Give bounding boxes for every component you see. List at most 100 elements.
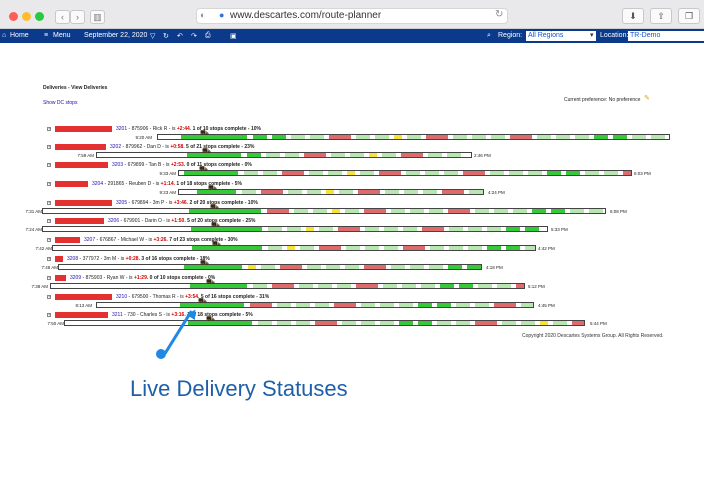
planned-stop-segment[interactable] — [325, 265, 340, 269]
undo-icon[interactable]: ↶ — [177, 32, 183, 40]
expand-icon[interactable]: + — [47, 182, 51, 186]
planned-stop-segment[interactable] — [448, 227, 463, 231]
filter-icon[interactable]: ▽ — [150, 32, 155, 40]
planned-stop-segment[interactable] — [260, 265, 275, 269]
planned-stop-segment[interactable] — [328, 171, 343, 175]
route-timeline[interactable] — [96, 302, 534, 308]
planned-stop-segment[interactable] — [428, 153, 443, 157]
expand-icon[interactable]: + — [47, 257, 51, 261]
route-timeline[interactable] — [178, 189, 484, 195]
planned-stop-segment[interactable] — [344, 265, 359, 269]
route-id-link[interactable]: 3204 — [92, 181, 103, 187]
route-id-link[interactable]: 3203 — [112, 162, 123, 168]
planned-stop-segment[interactable] — [331, 153, 346, 157]
planned-stop-segment[interactable] — [490, 171, 505, 175]
planned-stop-segment[interactable] — [390, 265, 405, 269]
print-icon[interactable]: ⎙ — [205, 32, 211, 40]
planned-stop-segment[interactable] — [384, 246, 399, 250]
planned-stop-segment[interactable] — [285, 153, 300, 157]
planned-stop-segment[interactable] — [410, 209, 425, 213]
route-id-link[interactable]: 3202 — [110, 144, 121, 150]
planned-stop-segment[interactable] — [439, 284, 454, 288]
planned-stop-segment[interactable] — [252, 135, 267, 139]
late-stop-segment[interactable] — [442, 190, 465, 194]
planned-stop-segment[interactable] — [486, 227, 501, 231]
planned-stop-segment[interactable] — [307, 190, 322, 194]
expand-icon[interactable]: + — [47, 313, 51, 317]
planned-stop-segment[interactable] — [355, 135, 370, 139]
late-stop-segment[interactable] — [250, 303, 273, 307]
planned-stop-segment[interactable] — [374, 135, 389, 139]
pencil-icon[interactable]: ✎ — [644, 94, 650, 102]
planned-stop-segment[interactable] — [456, 321, 471, 325]
late-stop-segment[interactable] — [271, 284, 294, 288]
planned-stop-segment[interactable] — [300, 246, 315, 250]
caution-stop-segment[interactable] — [332, 209, 341, 213]
planned-stop-segment[interactable] — [309, 135, 324, 139]
planned-stop-segment[interactable] — [475, 303, 490, 307]
planned-stop-segment[interactable] — [383, 227, 398, 231]
late-stop-segment[interactable] — [421, 227, 444, 231]
planned-stop-segment[interactable] — [404, 190, 419, 194]
planned-stop-segment[interactable] — [361, 321, 376, 325]
planned-stop-segment[interactable] — [506, 246, 521, 250]
planned-stop-segment[interactable] — [286, 227, 301, 231]
route-id-link[interactable]: 3207 — [84, 237, 95, 243]
route-id-link[interactable]: 3206 — [108, 218, 119, 224]
planned-stop-segment[interactable] — [382, 153, 397, 157]
caution-stop-segment[interactable] — [287, 246, 296, 250]
route-timeline[interactable] — [58, 264, 482, 270]
late-stop-segment[interactable] — [425, 135, 448, 139]
planned-stop-segment[interactable] — [385, 190, 400, 194]
expand-icon[interactable]: + — [47, 163, 51, 167]
late-stop-segment[interactable] — [334, 303, 357, 307]
route-id-link[interactable]: 3201 — [116, 126, 127, 132]
truck-icon[interactable]: ⛟ — [199, 166, 208, 173]
planned-stop-segment[interactable] — [382, 284, 397, 288]
planned-stop-segment[interactable] — [502, 321, 517, 325]
late-stop-segment[interactable] — [623, 171, 631, 175]
zoom-window-button[interactable] — [35, 12, 44, 21]
planned-stop-segment[interactable] — [423, 190, 438, 194]
planned-stop-segment[interactable] — [490, 135, 505, 139]
planned-stop-segment[interactable] — [513, 209, 528, 213]
planned-stop-segment[interactable] — [447, 153, 462, 157]
planned-stop-segment[interactable] — [263, 171, 278, 175]
late-stop-segment[interactable] — [315, 321, 338, 325]
planned-stop-segment[interactable] — [487, 246, 502, 250]
route-id-link[interactable]: 3210 — [116, 294, 127, 300]
planned-stop-segment[interactable] — [345, 209, 360, 213]
planned-stop-segment[interactable] — [469, 190, 483, 194]
truck-icon[interactable]: ⛟ — [212, 241, 221, 248]
late-stop-segment[interactable] — [364, 209, 387, 213]
planned-stop-segment[interactable] — [315, 303, 330, 307]
planned-stop-segment[interactable] — [612, 135, 627, 139]
late-stop-segment[interactable] — [363, 265, 386, 269]
planned-stop-segment[interactable] — [271, 135, 286, 139]
late-stop-segment[interactable] — [494, 303, 517, 307]
refresh-icon[interactable]: ↻ — [163, 32, 169, 40]
planned-stop-segment[interactable] — [593, 135, 608, 139]
route-timeline[interactable] — [178, 170, 632, 176]
share-icon[interactable]: ⇧ — [650, 8, 672, 24]
planned-stop-segment[interactable] — [570, 209, 585, 213]
late-stop-segment[interactable] — [379, 171, 402, 175]
truck-icon[interactable]: ⛟ — [208, 185, 217, 192]
location-field[interactable]: TR-Demo — [628, 31, 704, 41]
late-stop-segment[interactable] — [448, 209, 471, 213]
planned-stop-segment[interactable] — [585, 171, 600, 175]
late-stop-segment[interactable] — [267, 209, 290, 213]
planned-stop-segment[interactable] — [268, 246, 283, 250]
planned-stop-segment[interactable] — [399, 303, 414, 307]
expand-icon[interactable]: + — [47, 295, 51, 299]
sidebar-icon[interactable]: ▥ — [90, 10, 105, 24]
planned-stop-segment[interactable] — [471, 135, 486, 139]
planned-stop-segment[interactable] — [447, 265, 462, 269]
planned-stop-segment[interactable] — [365, 246, 380, 250]
expand-icon[interactable]: + — [47, 127, 51, 131]
caution-stop-segment[interactable] — [393, 135, 402, 139]
menu-icon[interactable]: ≡ — [44, 32, 48, 39]
tabs-icon[interactable]: ❐ — [678, 8, 700, 24]
planned-stop-segment[interactable] — [318, 227, 333, 231]
planned-stop-segment[interactable] — [266, 153, 281, 157]
